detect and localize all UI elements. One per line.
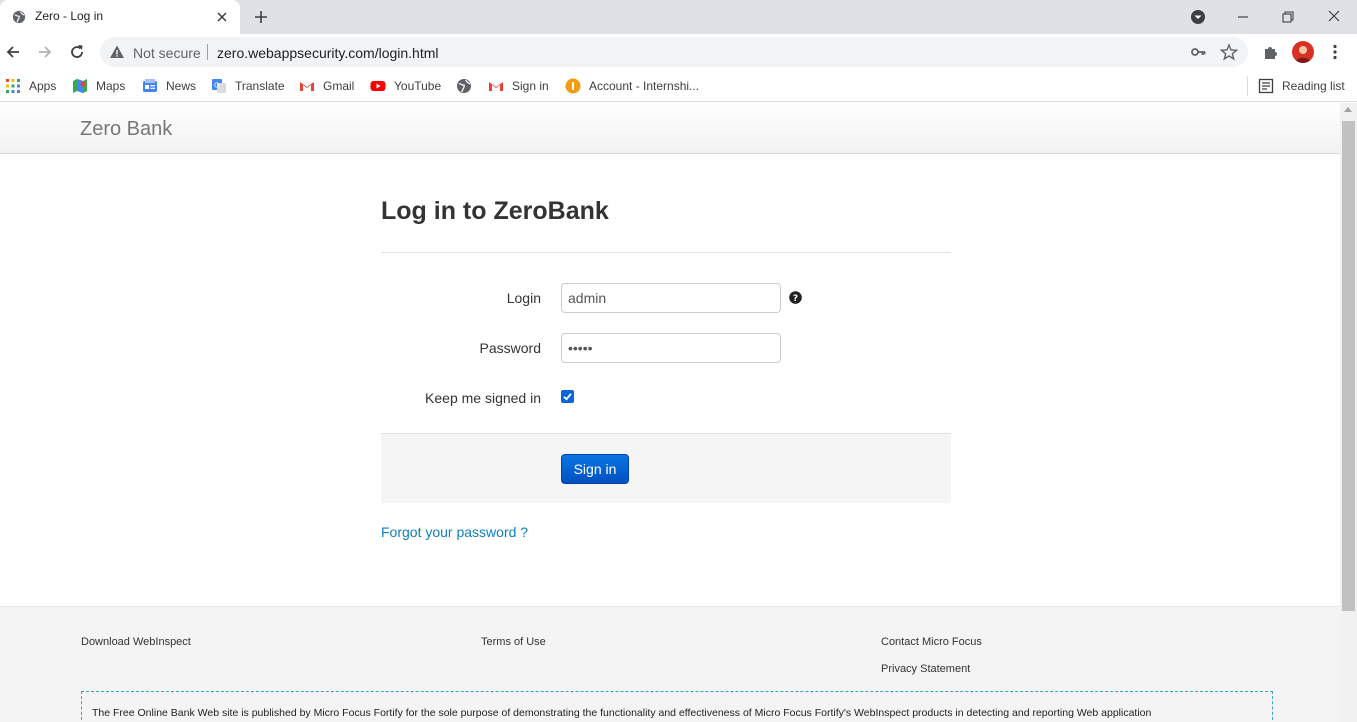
vertical-scrollbar[interactable] bbox=[1340, 103, 1357, 722]
bookmark-label: Translate bbox=[235, 79, 285, 93]
apps-grid-icon bbox=[6, 79, 20, 93]
bookmark-maps[interactable]: Maps bbox=[72, 77, 125, 95]
password-label: Password bbox=[479, 340, 541, 356]
form-actions: Sign in bbox=[381, 433, 951, 503]
svg-text:?: ? bbox=[793, 294, 798, 304]
globe-icon bbox=[457, 79, 471, 93]
url-text[interactable]: zero.webappsecurity.com/login.html bbox=[217, 45, 439, 61]
browser-tab[interactable]: Zero - Log in bbox=[0, 0, 240, 34]
keep-signed-in-checkbox[interactable] bbox=[561, 390, 574, 403]
bookmark-sign-in[interactable]: Sign in bbox=[488, 77, 549, 95]
gmail-icon bbox=[489, 82, 503, 91]
tab-title: Zero - Log in bbox=[35, 9, 104, 23]
youtube-icon bbox=[370, 81, 386, 91]
bookmark-label: News bbox=[166, 79, 197, 93]
heading-divider bbox=[381, 252, 951, 253]
profile-photo-icon bbox=[1295, 46, 1311, 63]
help-question-icon[interactable]: ? bbox=[789, 291, 802, 304]
maps-icon bbox=[73, 79, 87, 93]
warning-triangle-icon[interactable] bbox=[109, 44, 125, 60]
reading-list-label: Reading list bbox=[1282, 79, 1345, 93]
password-input[interactable] bbox=[561, 333, 781, 363]
reading-list-icon bbox=[1258, 78, 1274, 94]
footer-link-privacy[interactable]: Privacy Statement bbox=[881, 663, 970, 675]
bookmarks-divider bbox=[1247, 76, 1248, 96]
bookmark-label: Sign in bbox=[512, 79, 549, 93]
address-bar[interactable]: Not secure zero.webappsecurity.com/login… bbox=[100, 37, 1248, 67]
bookmark-news[interactable]: News bbox=[142, 77, 196, 95]
globe-icon bbox=[12, 10, 26, 24]
page-viewport: Zero Bank Log in to ZeroBank Login ? Pas… bbox=[0, 103, 1340, 722]
page-title: Log in to ZeroBank bbox=[381, 197, 609, 225]
restore-icon[interactable] bbox=[1277, 6, 1299, 28]
tab-search-icon[interactable] bbox=[1187, 6, 1209, 28]
gmail-icon bbox=[300, 82, 314, 91]
scroll-up-arrow-icon[interactable] bbox=[1344, 107, 1352, 112]
svg-text:G: G bbox=[214, 82, 219, 90]
bookmark-apps[interactable]: Apps bbox=[5, 77, 56, 95]
reading-list-button[interactable]: Reading list bbox=[1258, 77, 1345, 95]
bookmark-label: Gmail bbox=[323, 79, 355, 93]
bookmark-label: Apps bbox=[29, 79, 57, 93]
bookmark-label: Maps bbox=[96, 79, 126, 93]
forward-arrow-icon[interactable] bbox=[35, 42, 55, 62]
keep-signed-in-label: Keep me signed in bbox=[425, 390, 541, 406]
extensions-puzzle-icon[interactable] bbox=[1262, 43, 1280, 61]
minimize-icon[interactable] bbox=[1232, 6, 1254, 28]
bookmark-translate[interactable]: G Translate bbox=[211, 77, 285, 95]
brand-logo-text[interactable]: Zero Bank bbox=[80, 118, 172, 141]
login-input[interactable] bbox=[561, 283, 781, 313]
translate-icon: G bbox=[212, 79, 226, 93]
key-icon[interactable] bbox=[1190, 44, 1206, 60]
footer-link-contact[interactable]: Contact Micro Focus bbox=[881, 636, 982, 648]
window-close-icon[interactable] bbox=[1323, 6, 1345, 28]
checkmark-icon bbox=[563, 393, 572, 401]
site-navbar: Zero Bank bbox=[0, 103, 1340, 154]
internshala-icon bbox=[565, 78, 581, 94]
sign-in-button[interactable]: Sign in bbox=[561, 454, 629, 484]
bookmark-gmail[interactable]: Gmail bbox=[299, 77, 354, 95]
footer-link-download-webinspect[interactable]: Download WebInspect bbox=[81, 636, 191, 648]
login-label: Login bbox=[506, 290, 541, 306]
back-arrow-icon[interactable] bbox=[3, 42, 23, 62]
reload-icon[interactable] bbox=[67, 42, 87, 62]
close-icon[interactable] bbox=[214, 9, 230, 25]
bookmark-label: Account - Internshi... bbox=[589, 79, 700, 93]
browser-toolbar: Not secure zero.webappsecurity.com/login… bbox=[0, 34, 1357, 70]
security-status[interactable]: Not secure bbox=[133, 45, 201, 61]
footer-link-terms[interactable]: Terms of Use bbox=[481, 636, 546, 648]
bookmark-star-icon[interactable] bbox=[1220, 43, 1238, 61]
bookmarks-bar: Apps Maps News G Translate Gmail YouTube… bbox=[0, 70, 1357, 102]
profile-avatar[interactable] bbox=[1292, 41, 1314, 63]
disclaimer-text: The Free Online Bank Web site is publish… bbox=[81, 691, 1273, 722]
news-icon bbox=[143, 79, 157, 92]
site-footer: Download WebInspect Terms of Use Contact… bbox=[0, 606, 1340, 722]
new-tab-plus-icon[interactable] bbox=[252, 8, 270, 26]
bookmark-globe[interactable] bbox=[456, 77, 480, 95]
omnibox-divider bbox=[207, 44, 208, 60]
forgot-password-link[interactable]: Forgot your password ? bbox=[381, 524, 528, 540]
bookmark-internshala[interactable]: Account - Internshi... bbox=[565, 77, 699, 95]
bookmark-youtube[interactable]: YouTube bbox=[370, 77, 441, 95]
scrollbar-thumb[interactable] bbox=[1342, 121, 1355, 611]
bookmark-label: YouTube bbox=[394, 79, 442, 93]
tab-strip: Zero - Log in bbox=[0, 0, 1357, 34]
more-menu-icon[interactable] bbox=[1326, 43, 1344, 61]
